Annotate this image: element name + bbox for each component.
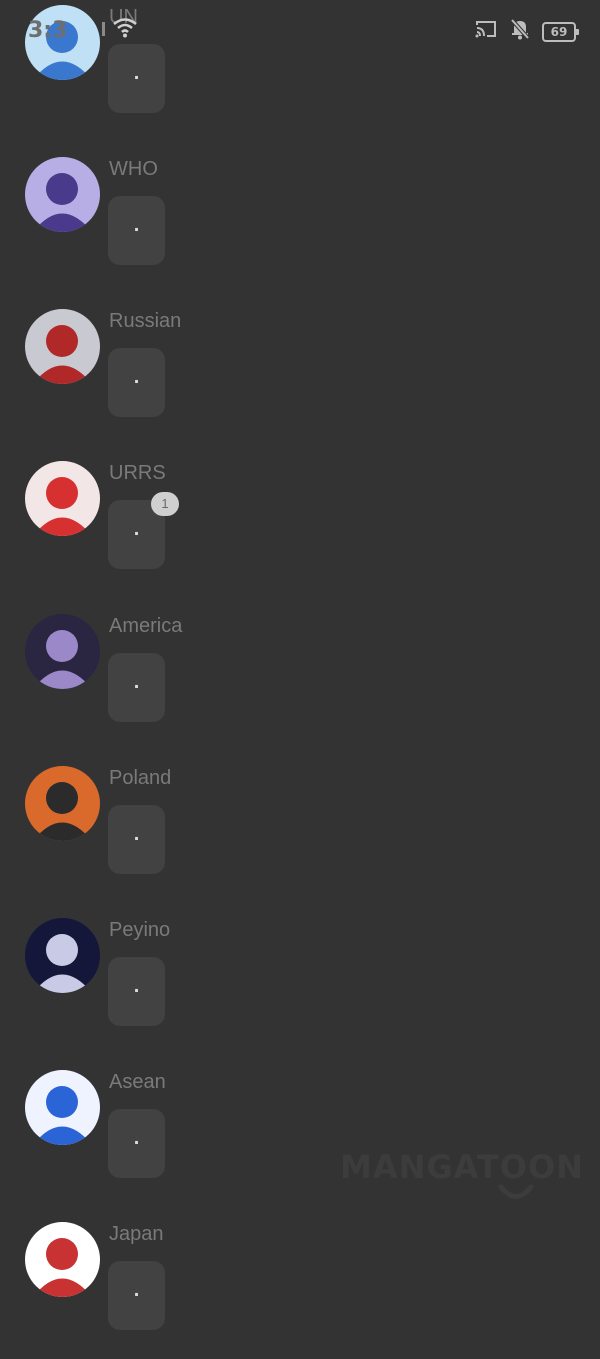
message-text: . <box>133 518 140 540</box>
avatar[interactable] <box>25 614 100 689</box>
message-text: . <box>133 1127 140 1149</box>
chat-item[interactable]: WHO . <box>0 154 600 294</box>
watermark-logo: MANGATOON <box>340 1148 583 1208</box>
avatar[interactable] <box>25 157 100 232</box>
bell-off-icon <box>510 18 530 45</box>
status-icons: 69 <box>474 18 579 45</box>
smile-icon <box>498 1184 534 1199</box>
avatar[interactable] <box>25 461 100 536</box>
message-text: . <box>133 1279 140 1301</box>
contact-name: America <box>109 615 183 637</box>
unread-badge: 1 <box>151 492 179 516</box>
message-text: . <box>133 366 140 388</box>
contact-name: URRS <box>109 462 166 484</box>
chat-item[interactable]: Russian . <box>0 306 600 446</box>
message-bubble[interactable]: . <box>108 957 165 1026</box>
avatar[interactable] <box>25 309 100 384</box>
contact-name: Japan <box>109 1223 164 1245</box>
message-bubble[interactable]: . <box>108 653 165 722</box>
chat-item[interactable]: URRS . 1 <box>0 458 600 598</box>
signal-icon <box>100 20 110 41</box>
chat-item[interactable]: Poland . <box>0 763 600 903</box>
contact-name: Poland <box>109 767 172 789</box>
status-bar: 3:3 69 <box>0 0 600 60</box>
chat-item[interactable]: Japan . <box>0 1219 600 1359</box>
message-text: . <box>133 214 140 236</box>
contact-name: Peyino <box>109 919 171 941</box>
chat-item[interactable]: Peyino . <box>0 915 600 1055</box>
message-bubble[interactable]: . <box>108 196 165 265</box>
message-text: . <box>133 671 140 693</box>
contact-name: Russian <box>109 310 182 332</box>
message-bubble[interactable]: . <box>108 348 165 417</box>
message-bubble[interactable]: . <box>108 805 165 874</box>
avatar[interactable] <box>25 1070 100 1145</box>
message-text: . <box>133 62 140 84</box>
wifi-icon <box>112 18 138 43</box>
message-text: . <box>133 975 140 997</box>
message-bubble[interactable]: . <box>108 1261 165 1330</box>
watermark-text: MANGATOON <box>340 1148 584 1186</box>
message-text: . <box>133 823 140 845</box>
chat-item[interactable]: America . <box>0 611 600 751</box>
status-time: 3:3 <box>28 18 68 43</box>
battery-icon: 69 <box>542 21 579 42</box>
message-bubble[interactable]: . <box>108 1109 165 1178</box>
avatar[interactable] <box>25 766 100 841</box>
contact-name: Asean <box>109 1071 166 1093</box>
contact-name: WHO <box>109 158 158 180</box>
avatar[interactable] <box>25 918 100 993</box>
cast-icon <box>474 19 498 44</box>
avatar[interactable] <box>25 1222 100 1297</box>
